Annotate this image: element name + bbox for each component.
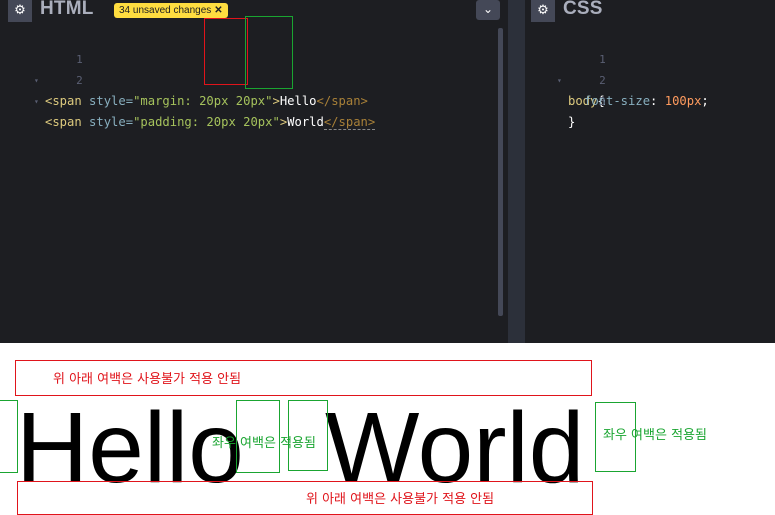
code-line: 3 } [525,70,775,129]
tag-end: </span> [323,115,376,130]
attribute: style= [81,94,134,108]
bottom-note: 위 아래 여백은 사용불가 적용 안됨 [306,492,495,507]
tag-close: > [272,94,280,108]
unsaved-changes-label: 34 unsaved changes [119,5,212,16]
html-panel-title: HTML [40,0,94,19]
margin-value-highlight [204,18,248,85]
code-source: <span style="padding: 20px 20px">World</… [45,112,376,133]
attribute: style= [81,115,134,129]
code-source: <span style="margin: 20px 20px">Hello</s… [45,91,368,112]
text-node: Hello [279,94,317,108]
tag-end: </span> [316,94,368,108]
line-number: 2 [76,74,83,87]
code-source: } [568,112,575,133]
left-margin-highlight [0,400,18,473]
gear-icon[interactable]: ⚙ [531,0,555,22]
chevron-down-icon[interactable]: ⌄ [476,0,500,20]
css-panel-title: CSS [563,0,603,19]
line-number: 3 [599,95,606,108]
top-note: 위 아래 여백은 사용불가 적용 안됨 [53,372,242,387]
gear-icon[interactable]: ⚙ [8,0,32,22]
css-editor-panel[interactable]: ⚙ CSS 1 ▾ body{ 2 font-size: 100px; 3 } [525,0,775,343]
middle-note: 좌우 여백은 적용됨 [212,436,316,451]
attribute-value: "margin: 20px 20px" [133,94,273,108]
css-panel-header: ⚙ CSS [525,0,775,22]
attribute-value: "padding: 20px 20px" [133,115,280,129]
code-line: 2 font-size: 100px; [525,49,775,108]
code-line: 1 ▾ body{ [525,28,775,108]
close-brace: } [568,115,576,129]
text-node: World [287,115,324,129]
right-note: 좌우 여백은 적용됨 [603,428,707,443]
css-value: 100px [664,94,702,108]
tag-open: <span [45,115,82,129]
close-icon[interactable]: ✕ [214,5,222,16]
padding-value-highlight [245,16,293,89]
unsaved-changes-badge[interactable]: 34 unsaved changes ✕ [114,3,228,18]
bottom-margin-annotation [17,481,593,515]
scrollbar[interactable] [498,28,503,316]
css-code[interactable]: 1 ▾ body{ 2 font-size: 100px; 3 } [525,28,775,129]
fold-arrow-icon[interactable]: ▾ [34,91,39,112]
editor-area: ⚙ HTML 34 unsaved changes ✕ ⌄ 1 ▾ <span s… [0,0,775,343]
